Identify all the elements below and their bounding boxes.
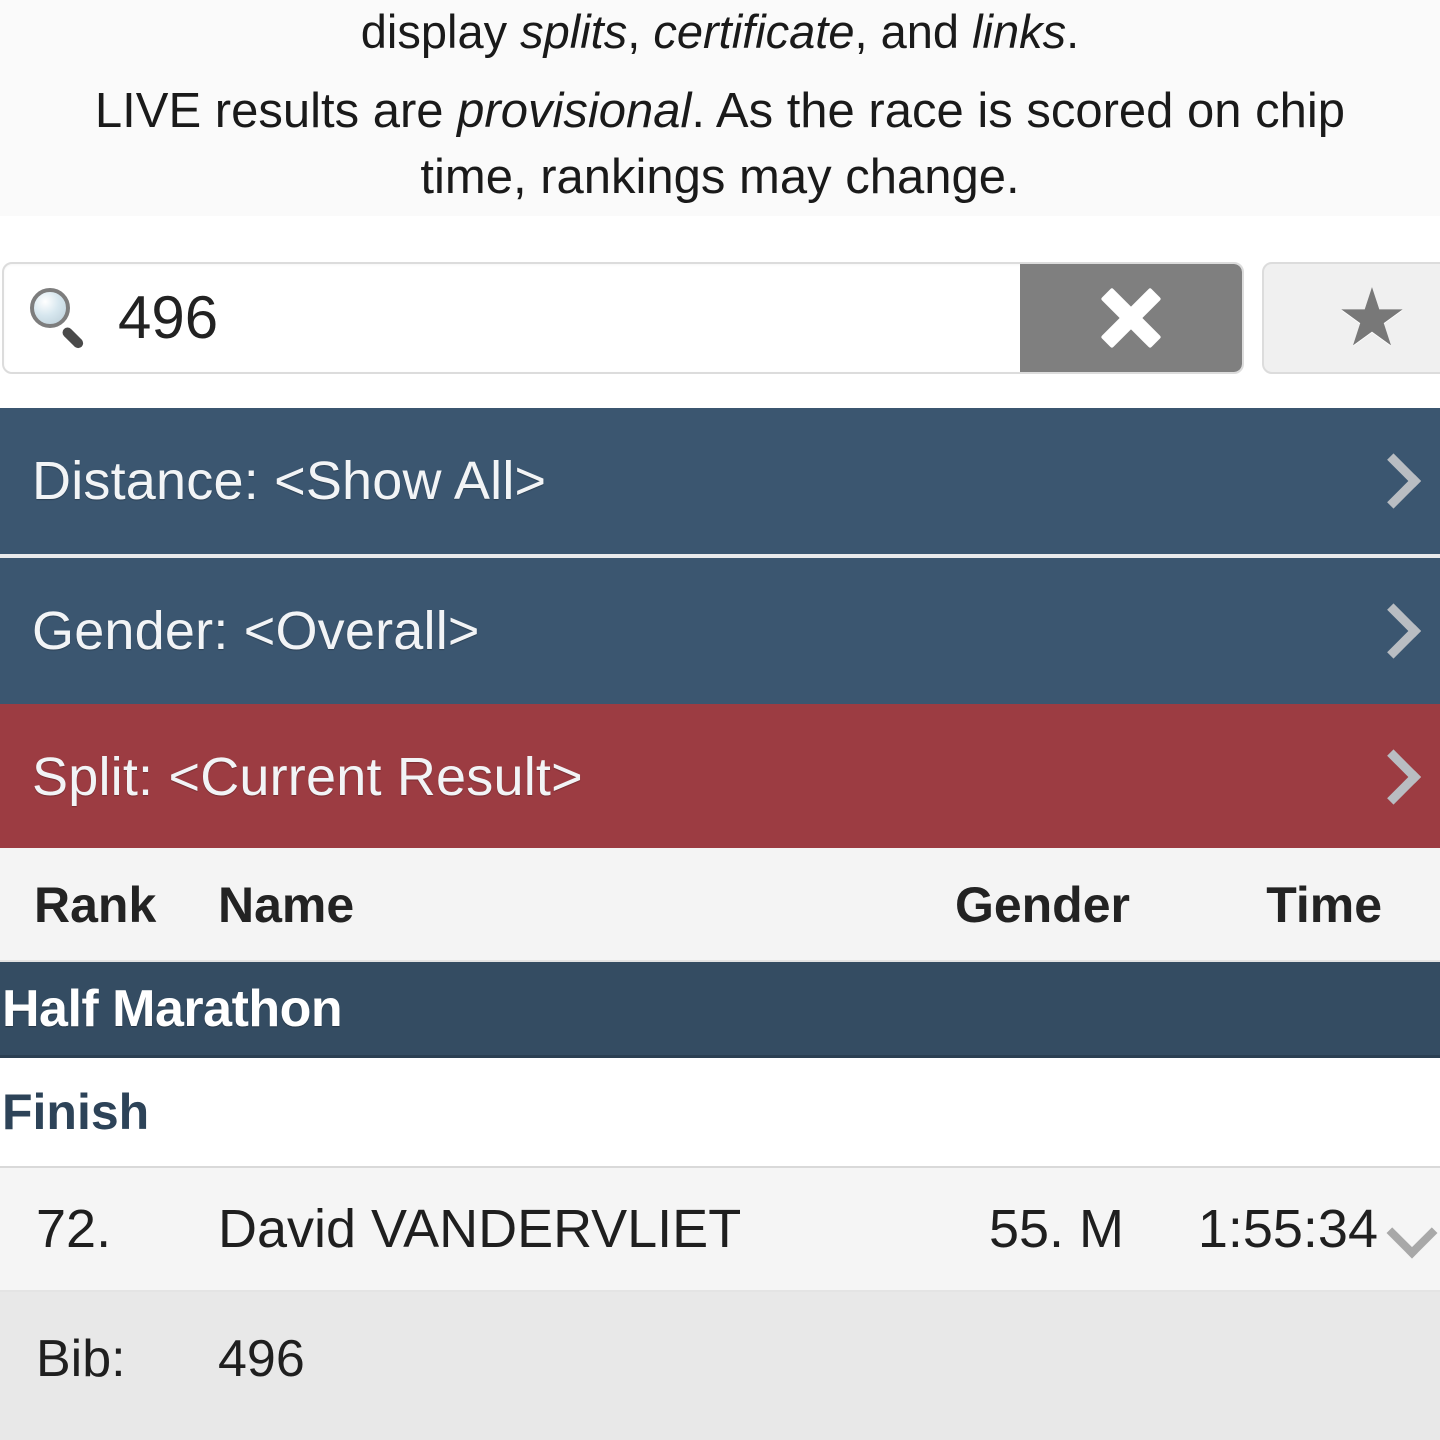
search-input[interactable]: 496 [2, 262, 1244, 374]
display-text-a: display [360, 5, 521, 58]
splits-keyword: splits [520, 5, 628, 58]
chevron-right-icon [1372, 601, 1406, 661]
display-text-d: . [1066, 5, 1080, 58]
chevron-right-icon [1372, 451, 1406, 511]
chevron-down-icon[interactable] [1390, 1207, 1434, 1251]
filter-gender-label: Gender: <Overall> [32, 601, 480, 661]
split-header-label: Finish [2, 1084, 150, 1140]
filter-gender[interactable]: Gender: <Overall> [0, 558, 1440, 704]
row-rank: 72. [36, 1199, 112, 1259]
table-row[interactable]: 72. David VANDERVLIET 55. M 1:55:34 [0, 1168, 1440, 1292]
detail-value-bib: 496 [218, 1330, 305, 1388]
race-results-page: CLICK on a PARTICIPANT NAME to display s… [0, 0, 1440, 1440]
filter-bar-group: Distance: <Show All> Gender: <Overall> S… [0, 408, 1440, 850]
search-bar-row: 496 ★ [0, 262, 1440, 374]
display-instruction-line: display splits, certificate, and links. [14, 0, 1426, 64]
column-header-gender: Gender [954, 877, 1130, 933]
results-list: Half Marathon Finish 72. David VANDERVLI… [0, 962, 1440, 1440]
filter-distance-label: Distance: <Show All> [32, 451, 547, 511]
filter-split-label: Split: <Current Result> [32, 747, 583, 807]
filter-split[interactable]: Split: <Current Result> [0, 704, 1440, 850]
row-detail-bib: Bib: 496 [0, 1292, 1440, 1422]
column-header-name: Name [218, 877, 355, 933]
column-header-rank: Rank [34, 877, 157, 933]
search-input-value[interactable]: 496 [92, 285, 1020, 351]
certificate-keyword: certificate [653, 5, 855, 58]
instructions-notice: CLICK on a PARTICIPANT NAME to display s… [0, 0, 1440, 216]
live-provisional-notice: LIVE results are provisional. As the rac… [14, 64, 1426, 216]
search-icon [26, 285, 92, 351]
provisional-keyword: provisional [457, 84, 692, 138]
links-keyword: links [972, 5, 1067, 58]
display-text-b: , [627, 5, 654, 58]
row-name[interactable]: David VANDERVLIET [218, 1199, 741, 1259]
close-x-icon [1102, 289, 1160, 347]
clear-search-button[interactable] [1020, 264, 1242, 372]
favorites-button[interactable]: ★ [1262, 262, 1440, 374]
row-time: 1:55:34 [1197, 1199, 1378, 1259]
filter-distance[interactable]: Distance: <Show All> [0, 408, 1440, 554]
row-gender: 55. M [988, 1199, 1124, 1259]
column-header-time: Time [1266, 877, 1382, 933]
group-header-label: Half Marathon [2, 979, 343, 1038]
results-table-header: Rank Name Gender Time [0, 848, 1440, 962]
chevron-right-icon [1372, 747, 1406, 807]
star-icon: ★ [1336, 273, 1408, 362]
live-text-a: LIVE results are [94, 84, 458, 138]
detail-label-bib: Bib: [36, 1330, 126, 1388]
display-text-c: , and [854, 5, 973, 58]
group-header-half-marathon: Half Marathon [0, 962, 1440, 1058]
row-detail-clipped [0, 1422, 1440, 1440]
split-header-finish: Finish [0, 1058, 1440, 1168]
